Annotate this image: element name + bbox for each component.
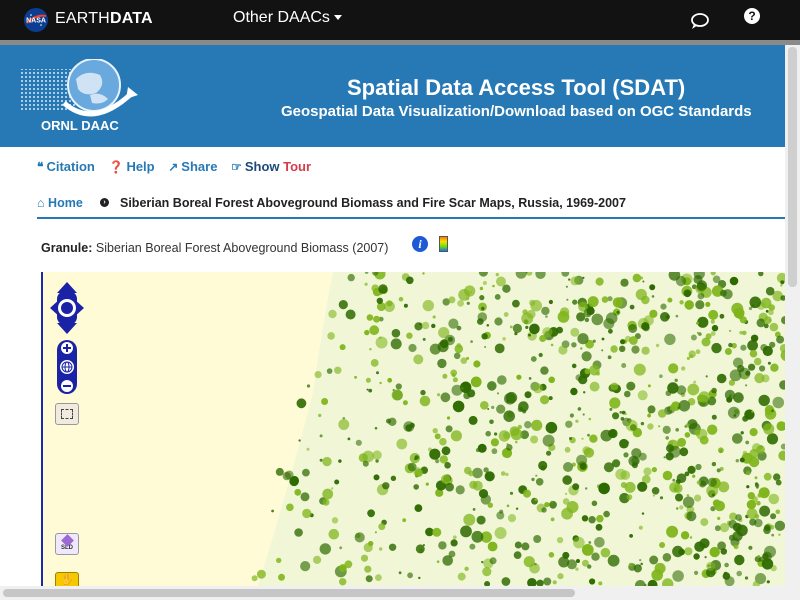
map-viewer[interactable]: [41, 272, 785, 586]
tour-label: Tour: [283, 159, 312, 174]
brand-bold: DATA: [109, 10, 153, 27]
zoom-box-tool[interactable]: [55, 403, 79, 425]
brand-prefix: EARTH: [55, 10, 110, 27]
page-subtitle: Geospatial Data Visualization/Download b…: [281, 103, 752, 120]
top-navigation-bar: NASA EARTHDATA Other DAACs ?: [0, 0, 800, 40]
granule-label: Granule:: [41, 241, 93, 255]
hand-pan-tool[interactable]: ✋: [55, 572, 79, 586]
page-title: Spatial Data Access Tool (SDAT): [347, 75, 686, 100]
info-icon[interactable]: i: [412, 236, 428, 252]
vertical-scrollbar[interactable]: [785, 45, 800, 600]
nasa-logo[interactable]: NASA: [24, 8, 48, 32]
legend-icon[interactable]: [439, 236, 448, 252]
citation-label: Citation: [46, 159, 95, 174]
question-circle-icon: ❓: [108, 160, 124, 174]
citation-link[interactable]: ❝ Citation: [37, 159, 95, 174]
vertical-scrollbar-thumb[interactable]: [788, 47, 797, 287]
pointing-hand-icon: ☞: [231, 160, 242, 174]
sld-style-tool[interactable]: SLD: [55, 533, 79, 555]
granule-value: Siberian Boreal Forest Aboveground Bioma…: [95, 241, 389, 255]
pan-control[interactable]: [49, 281, 85, 335]
breadcrumb-home[interactable]: ⌂ Home: [37, 196, 83, 210]
granule-line: Granule: Siberian Boreal Forest Abovegro…: [41, 241, 388, 255]
other-daacs-dropdown[interactable]: Other DAACs: [233, 9, 342, 27]
zoom-box-icon: [61, 409, 73, 419]
svg-text:NASA: NASA: [26, 18, 46, 25]
ornl-daac-text: ORNL DAAC: [41, 118, 119, 133]
action-links: ❝ Citation ❓ Help ↗ Share ☞ Show Tour: [37, 159, 321, 174]
other-daacs-label: Other DAACs: [233, 9, 330, 26]
zoom-in-button[interactable]: [61, 342, 73, 354]
globe-icon[interactable]: [60, 360, 74, 374]
biomass-map-layer[interactable]: [43, 272, 785, 586]
quote-icon: ❝: [37, 160, 44, 174]
breadcrumb: ⌂ Home › Siberian Boreal Forest Abovegro…: [37, 195, 785, 219]
earthdata-brand[interactable]: EARTHDATA: [55, 10, 153, 28]
share-label: Share: [181, 159, 218, 174]
share-icon: ↗: [168, 160, 179, 174]
zoom-control[interactable]: [57, 340, 77, 394]
breadcrumb-home-label: Home: [48, 196, 83, 210]
breadcrumb-current: Siberian Boreal Forest Aboveground Bioma…: [120, 196, 626, 210]
share-link[interactable]: ↗ Share: [168, 159, 217, 174]
caret-down-icon: [333, 15, 342, 21]
horizontal-scrollbar-thumb[interactable]: [3, 589, 575, 597]
help-link[interactable]: ❓ Help: [108, 159, 154, 174]
horizontal-scrollbar[interactable]: [0, 586, 785, 600]
header-banner: ORNL DAAC Spatial Data Access Tool (SDAT…: [0, 45, 785, 147]
help-label: Help: [126, 159, 155, 174]
chat-icon[interactable]: [690, 12, 710, 30]
chevron-right-icon: ›: [100, 198, 109, 207]
show-label: Show: [244, 159, 280, 174]
zoom-out-button[interactable]: [61, 380, 73, 392]
show-tour-link[interactable]: ☞ Show Tour: [231, 159, 311, 174]
help-icon[interactable]: ?: [744, 8, 760, 24]
home-icon: ⌂: [37, 196, 45, 210]
